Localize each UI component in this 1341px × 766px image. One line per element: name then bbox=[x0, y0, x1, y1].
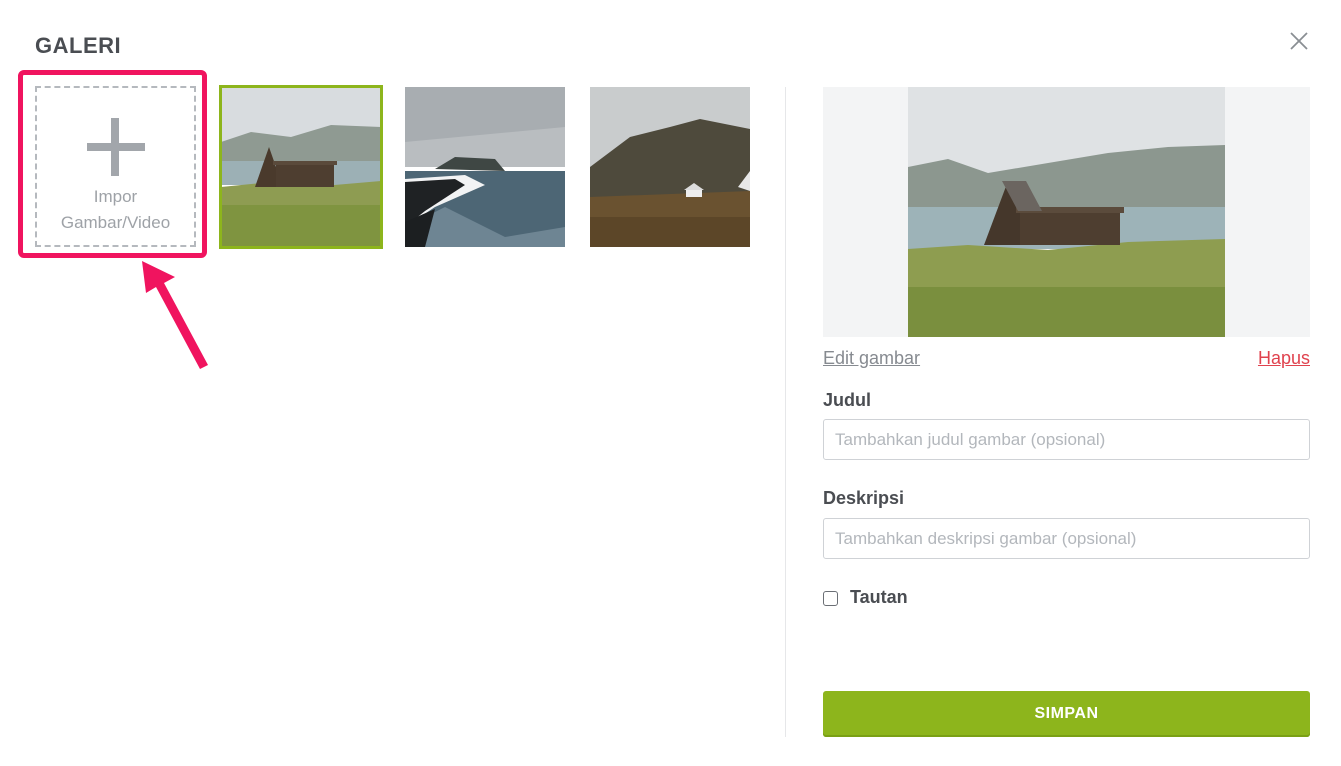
gallery-thumbnail-2[interactable] bbox=[405, 87, 565, 247]
image-preview bbox=[823, 87, 1310, 337]
cabin-lake-preview-image bbox=[908, 87, 1225, 337]
panel-divider bbox=[785, 87, 786, 737]
import-label-line1: Impor bbox=[93, 187, 138, 206]
import-label: Impor Gambar/Video bbox=[37, 184, 194, 236]
gallery-thumbnail-3[interactable] bbox=[590, 87, 750, 247]
dialog-title: GALERI bbox=[35, 33, 122, 58]
edit-image-link[interactable]: Edit gambar bbox=[823, 348, 920, 369]
import-media-button[interactable]: Impor Gambar/Video bbox=[35, 86, 196, 247]
arrow-annotation bbox=[142, 261, 208, 369]
import-label-line2: Gambar/Video bbox=[60, 213, 171, 232]
cabin-lake-image bbox=[221, 87, 381, 247]
close-icon[interactable] bbox=[1287, 29, 1311, 53]
mountain-house-image bbox=[590, 87, 750, 247]
title-label: Judul bbox=[823, 390, 871, 410]
description-label: Deskripsi bbox=[823, 488, 905, 508]
description-input[interactable] bbox=[823, 518, 1310, 559]
gallery-thumbnail-1[interactable] bbox=[219, 85, 383, 249]
black-beach-image bbox=[405, 87, 565, 247]
delete-image-link[interactable]: Hapus bbox=[1258, 348, 1310, 369]
title-input[interactable] bbox=[823, 419, 1310, 460]
save-button[interactable]: SIMPAN bbox=[823, 691, 1310, 737]
plus-icon bbox=[87, 118, 145, 176]
link-checkbox[interactable] bbox=[823, 591, 838, 606]
link-label: Tautan bbox=[850, 587, 908, 607]
